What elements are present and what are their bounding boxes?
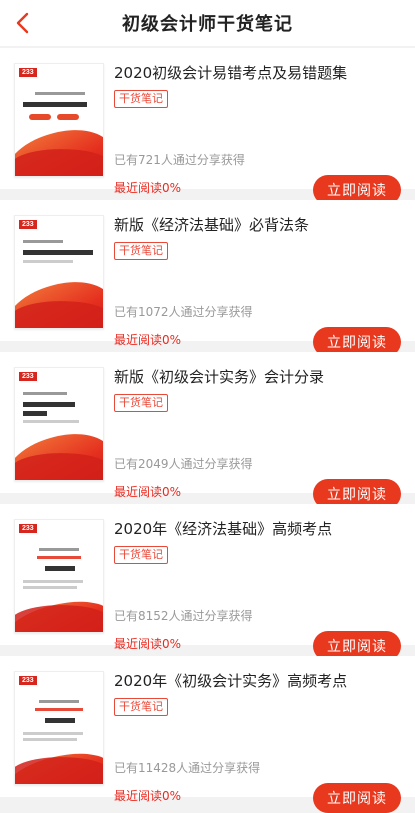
note-title: 2020年《经济法基础》高频考点 [114,520,333,538]
book-cover-image: 233 [14,215,104,329]
share-count: 已有11428人通过分享获得 [114,761,261,775]
read-progress: 最近阅读0% [114,333,182,347]
notes-list: 233 2020初级会计易错考点及易错题集 干货笔记 已有721人通过分享获得 … [0,48,415,813]
read-now-button[interactable]: 立即阅读 [313,783,401,813]
cover-logo: 233 [19,524,37,533]
category-badge: 干货笔记 [114,546,168,564]
book-cover-image: 233 [14,63,104,177]
share-count: 已有8152人通过分享获得 [114,609,253,623]
note-card[interactable]: 233 2020初级会计易错考点及易错题集 干货笔记 已有721人通过分享获得 … [0,48,415,205]
note-title: 2020初级会计易错考点及易错题集 [114,64,348,82]
top-bar: 初级会计师干货笔记 [0,0,415,46]
cover-logo: 233 [19,676,37,685]
cover-logo: 233 [19,220,37,229]
back-button[interactable] [8,9,36,37]
read-progress: 最近阅读0% [114,181,182,195]
note-card[interactable]: 233 新版《初级会计实务》会计分录 干货笔记 已有2049人通过分享获得 最近… [0,352,415,509]
read-progress: 最近阅读0% [114,789,182,803]
book-cover-image: 233 [14,671,104,785]
note-title: 2020年《初级会计实务》高频考点 [114,672,348,690]
category-badge: 干货笔记 [114,394,168,412]
read-progress: 最近阅读0% [114,485,182,499]
share-count: 已有2049人通过分享获得 [114,457,253,471]
chevron-left-icon [16,12,29,34]
category-badge: 干货笔记 [114,90,168,108]
note-card[interactable]: 233 2020年《初级会计实务》高频考点 干货笔记 已有11428人通过分享获… [0,656,415,813]
note-title: 新版《经济法基础》必背法条 [114,216,310,234]
note-card[interactable]: 233 新版《经济法基础》必背法条 干货笔记 已有1072人通过分享获得 最近阅… [0,200,415,357]
share-count: 已有1072人通过分享获得 [114,305,253,319]
cover-logo: 233 [19,372,37,381]
book-cover-image: 233 [14,519,104,633]
page-title: 初级会计师干货笔记 [122,14,293,35]
category-badge: 干货笔记 [114,698,168,716]
category-badge: 干货笔记 [114,242,168,260]
read-progress: 最近阅读0% [114,637,182,651]
share-count: 已有721人通过分享获得 [114,153,245,167]
note-card[interactable]: 233 2020年《经济法基础》高频考点 干货笔记 已有8152人通过分享获得 … [0,504,415,661]
cover-logo: 233 [19,68,37,77]
book-cover-image: 233 [14,367,104,481]
note-title: 新版《初级会计实务》会计分录 [114,368,325,386]
